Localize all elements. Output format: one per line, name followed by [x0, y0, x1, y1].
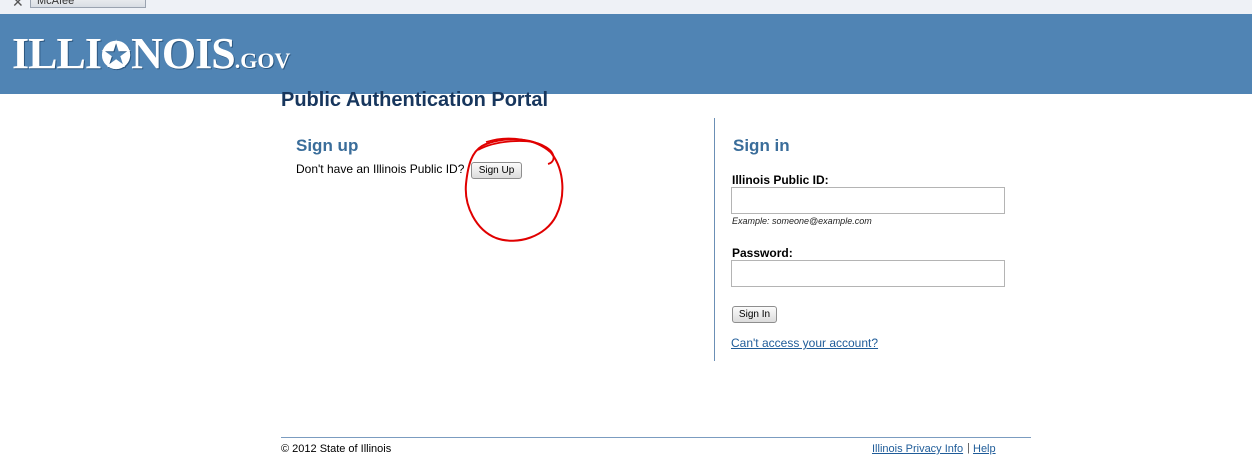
footer-separator: |	[967, 442, 970, 454]
red-annotation-circle	[464, 137, 564, 242]
password-input[interactable]	[731, 260, 1005, 287]
signin-heading: Sign in	[733, 136, 790, 155]
section-divider	[714, 118, 715, 361]
page-title: Public Authentication Portal	[281, 89, 549, 111]
logo-text-right: NOIS	[131, 29, 236, 78]
illinois-gov-logo[interactable]: ILLI✪NOIS.GOV	[12, 28, 290, 79]
public-id-label: Illinois Public ID:	[732, 173, 829, 187]
site-header: ILLI✪NOIS.GOV	[0, 14, 1252, 94]
sign-in-button[interactable]: Sign In	[732, 306, 777, 323]
signup-prompt: Don't have an Illinois Public ID?	[296, 162, 465, 176]
logo-suffix: .GOV	[234, 48, 291, 73]
signup-heading: Sign up	[296, 136, 359, 155]
footer-copyright: © 2012 State of Illinois	[281, 443, 392, 455]
browser-toolbar: ✕ McAfee	[0, 0, 1252, 14]
logo-text-left: ILLI	[12, 29, 102, 78]
cant-access-account-link[interactable]: Can't access your account?	[731, 336, 878, 350]
close-icon[interactable]: ✕	[12, 0, 24, 11]
public-id-example: Example: someone@example.com	[732, 216, 872, 226]
privacy-info-link[interactable]: Illinois Privacy Info	[872, 443, 963, 455]
footer-divider	[281, 437, 1031, 438]
public-id-input[interactable]	[731, 187, 1005, 214]
password-label: Password:	[732, 246, 793, 260]
illinois-state-icon: ✪	[100, 36, 132, 76]
mcafee-toolbar-button[interactable]: McAfee	[30, 0, 146, 8]
help-link[interactable]: Help	[973, 443, 996, 455]
